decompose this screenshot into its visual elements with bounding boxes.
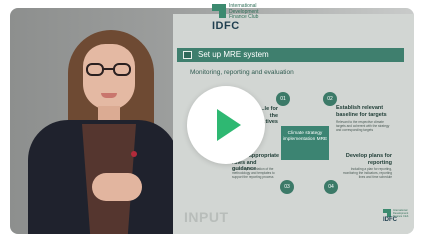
quadrant-number-2: 02 xyxy=(323,92,337,106)
play-icon xyxy=(217,109,241,141)
presenter-glasses xyxy=(86,63,132,77)
slide-footer-label: INPUT xyxy=(184,209,229,225)
slide-subtitle: Monitoring, reporting and evaluation xyxy=(190,69,294,76)
presenter-face xyxy=(83,44,135,110)
idfc-footer-logo: IDFC International Development Finance C… xyxy=(383,209,411,223)
idfc-logo-abbr: IDFC xyxy=(212,20,240,32)
presenter-pin xyxy=(131,151,137,157)
play-button[interactable] xyxy=(187,86,265,164)
center-box: Climate strategy implementation MRE xyxy=(281,126,329,160)
quadrant-body-4: Including a plan for reporting, monitori… xyxy=(342,167,392,179)
idfc-footer-logo-mark-icon xyxy=(383,209,391,217)
idfc-logo-full: International Development Finance Club xyxy=(229,3,259,20)
quadrant-body-2: Relevant to the respective climate targe… xyxy=(336,120,390,132)
quadrant-number-4: 04 xyxy=(324,180,338,194)
idfc-footer-logo-full: International Development Finance Club xyxy=(393,209,409,218)
quadrant-title-2: Establish relevant baseline for targets xyxy=(336,105,387,118)
quadrant-number-1: 01 xyxy=(276,92,290,106)
quadrant-title-4: Develop plans for reporting xyxy=(345,153,392,166)
idfc-logo-mark-icon xyxy=(212,4,226,18)
slide-header: Set up MRE system xyxy=(177,48,404,62)
quadrant-number-3: 03 xyxy=(280,180,294,194)
slide-header-title: Set up MRE system xyxy=(198,50,269,59)
presenter-hands xyxy=(92,173,142,201)
quadrant-body-3: For the implementation of the methodolog… xyxy=(232,167,275,179)
presentation-icon xyxy=(183,51,192,59)
presenter-mouth xyxy=(101,93,117,98)
presenter xyxy=(10,8,185,234)
idfc-logo: IDFC International Development Finance C… xyxy=(212,3,264,36)
